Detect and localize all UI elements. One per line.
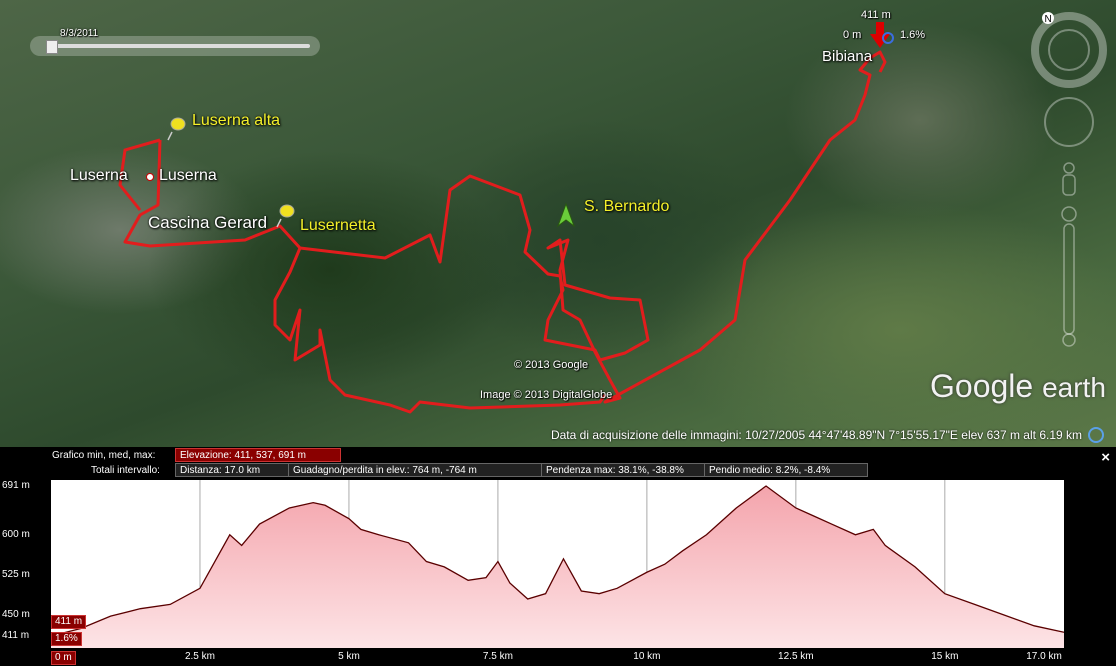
time-slider[interactable] — [30, 36, 320, 56]
timeline-date: 8/3/2011 — [60, 28, 99, 39]
place-s-bernardo[interactable]: S. Bernardo — [584, 198, 669, 216]
x-tick-label: 15 km — [931, 651, 959, 662]
y-tick-label: 691 m — [2, 480, 30, 491]
y-tick-label: 411 m — [2, 630, 30, 641]
close-profile-button[interactable]: × — [1101, 449, 1110, 466]
x-tick-label: 17.0 km — [1026, 651, 1062, 662]
pushpin-icon — [276, 204, 295, 228]
elevation-stat-box[interactable]: Elevazione: 411, 537, 691 m — [175, 448, 341, 462]
cursor-elevation-tag: 411 m — [51, 615, 87, 629]
compass-icon: N — [1031, 12, 1107, 88]
svg-text:N: N — [1045, 14, 1052, 25]
gain-loss-stat-box[interactable]: Guadagno/perdita in elev.: 764 m, -764 m — [288, 463, 542, 477]
time-slider-thumb[interactable] — [46, 40, 58, 54]
navigation-controls[interactable]: N — [1030, 10, 1108, 350]
y-tick-label: 600 m — [2, 528, 30, 540]
street-view-person-icon — [1062, 162, 1076, 196]
range-totals-label: Totali intervallo: — [91, 465, 160, 476]
copyright-google: © 2013 Google — [514, 359, 589, 371]
copyright-digitalglobe: Image © 2013 DigitalGlobe — [480, 389, 613, 401]
place-bibiana[interactable]: Bibiana — [822, 48, 872, 65]
y-tick-label: 525 m — [2, 568, 30, 580]
distance-stat-box[interactable]: Distanza: 17.0 km — [175, 463, 289, 477]
cursor-slope-tag: 1.6% — [51, 632, 82, 646]
zoom-slider-icon — [1061, 206, 1077, 347]
max-slope-stat-box[interactable]: Pendenza max: 38.1%, -38.8% — [541, 463, 705, 477]
pushpin-icon — [167, 117, 186, 141]
place-luserna-alta[interactable]: Luserna alta — [192, 112, 280, 130]
place-luserna-left[interactable]: Luserna — [70, 167, 128, 185]
y-tick-label: 450 m — [2, 609, 30, 621]
place-cascina-gerard[interactable]: Cascina Gerard — [148, 213, 267, 233]
elevation-profile-chart[interactable] — [51, 480, 1064, 648]
chart-range-label: Grafico min, med, max: — [52, 450, 156, 461]
x-tick-label: 2.5 km — [184, 651, 215, 662]
x-tick-label: 5 km — [338, 651, 360, 662]
look-joystick-icon — [1044, 97, 1094, 147]
status-bar: Data di acquisizione delle immagini: 10/… — [0, 423, 1116, 447]
cursor-distance: 0 m — [843, 29, 862, 41]
x-tick-label: 12.5 km — [778, 651, 814, 662]
x-tick-label: 10 km — [633, 651, 661, 662]
cursor-elevation: 411 m — [861, 9, 891, 21]
satellite-map[interactable]: 8/3/2011 Luserna alta Luserna Luserna Ca… — [0, 0, 1116, 447]
place-lusernetta[interactable]: Lusernetta — [300, 217, 376, 235]
x-tick-label: 7.5 km — [482, 651, 513, 662]
avg-slope-stat-box[interactable]: Pendio medio: 8.2%, -8.4% — [704, 463, 868, 477]
place-luserna-right[interactable]: Luserna — [159, 167, 217, 185]
google-earth-logo: Google earth — [930, 368, 1106, 404]
loading-status-icon — [1088, 427, 1104, 443]
cursor-slope: 1.6% — [900, 29, 926, 41]
status-text: Data di acquisizione delle immagini: 10/… — [550, 428, 1082, 442]
cursor-distance-tag: 0 m — [51, 651, 76, 665]
peak-marker-icon — [556, 202, 576, 228]
elevation-cursor-icon — [870, 22, 894, 48]
